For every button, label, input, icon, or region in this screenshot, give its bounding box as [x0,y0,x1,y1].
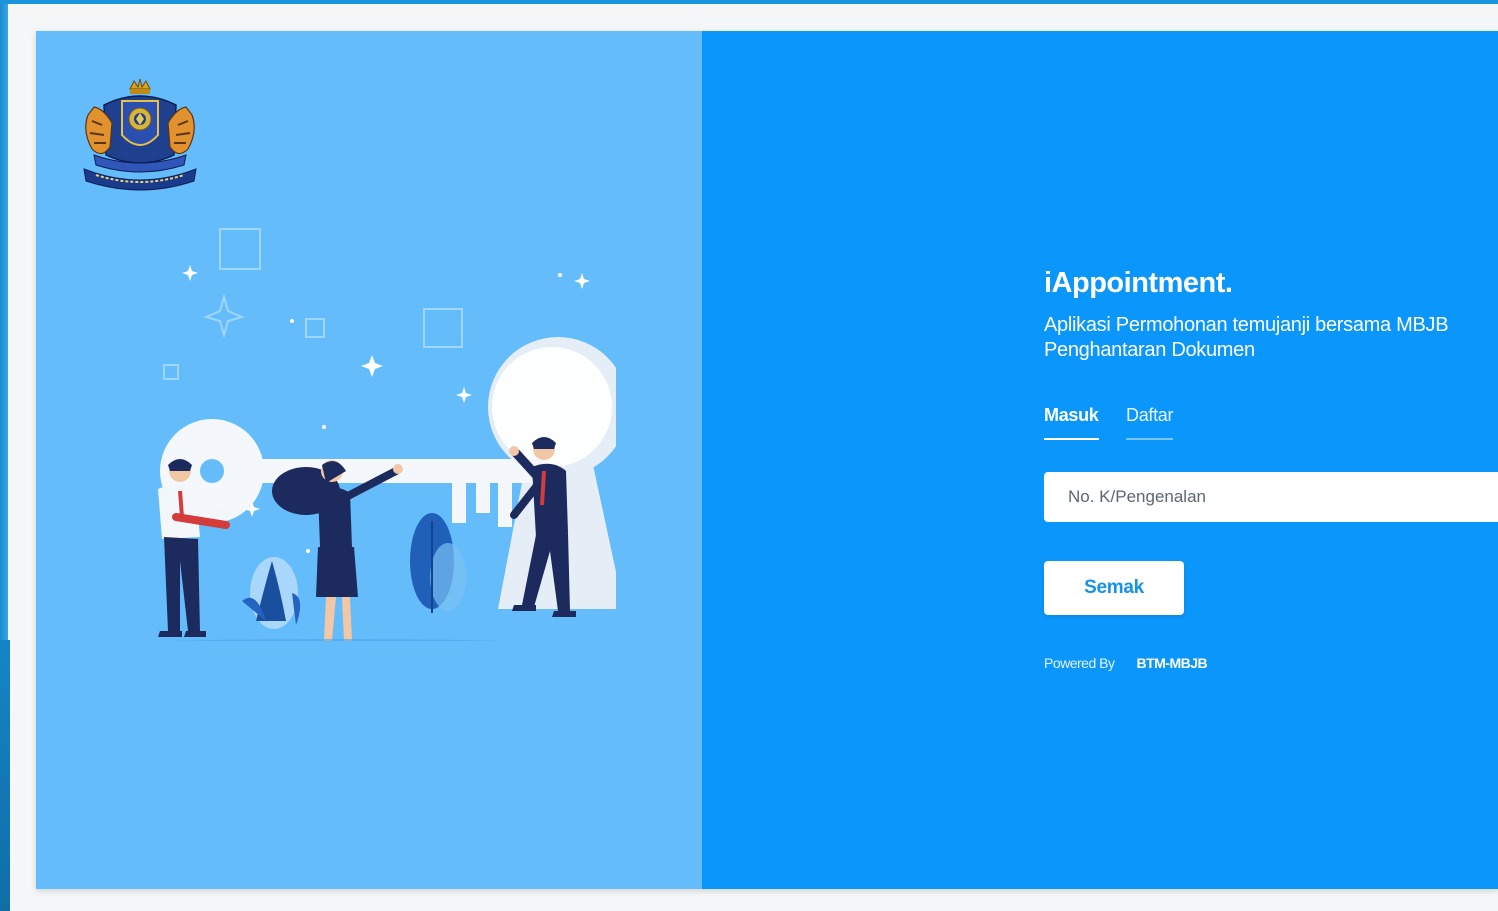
powered-by-brand: BTM-MBJB [1136,655,1208,671]
auth-tabs: Masuk Daftar [1044,405,1344,445]
semak-button[interactable]: Semak [1044,561,1184,615]
tab-masuk[interactable]: Masuk [1044,405,1099,440]
id-number-input[interactable] [1044,472,1498,522]
tab-daftar[interactable]: Daftar [1126,405,1174,440]
key-illustration [158,228,616,641]
window-top-border [0,0,1498,4]
app-subtitle: Aplikasi Permohonan temujanji bersama MB… [1044,313,1498,363]
app-subtitle-line1: Aplikasi Permohonan temujanji bersama MB… [1044,314,1449,336]
window-left-edge [0,640,10,911]
app-subtitle-line2: Penghantaran Dokumen [1044,339,1255,361]
powered-by: Powered By BTM-MBJB [1044,655,1208,671]
powered-by-label: Powered By [1044,655,1115,671]
login-panel: iAppointment. Aplikasi Permohonan temuja… [702,31,1498,889]
coat-of-arms-logo [83,78,197,191]
login-card: iAppointment. Aplikasi Permohonan temuja… [36,31,1498,889]
app-title: iAppointment. [1044,267,1233,299]
illustration-panel [36,31,702,889]
